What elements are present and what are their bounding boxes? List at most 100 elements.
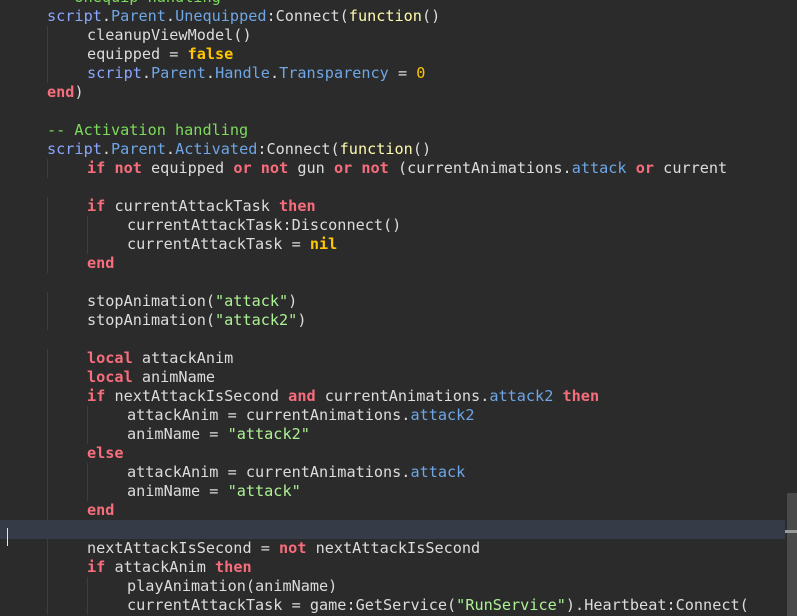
- code-token-plain: ): [297, 311, 307, 329]
- code-token-prop: Parent: [151, 64, 206, 82]
- code-line[interactable]: end): [0, 83, 785, 102]
- code-token-kw: else: [87, 444, 124, 462]
- code-line[interactable]: [0, 102, 785, 121]
- code-text: currentAttackTask = nil: [127, 235, 337, 254]
- code-token-plain: attackAnim = currentAnimations.: [127, 406, 411, 424]
- indent-guide: [87, 425, 88, 444]
- code-line[interactable]: script.Parent.Handle.Transparency = 0: [0, 64, 785, 83]
- code-text: local attackAnim: [87, 349, 233, 368]
- code-text: cleanupViewModel(): [87, 26, 252, 45]
- code-text: -- Activation handling: [47, 121, 248, 140]
- code-token-plain: animName: [132, 368, 216, 386]
- indent-guide: [47, 444, 48, 463]
- code-line[interactable]: currentAttackTask:Disconnect(): [0, 216, 785, 235]
- code-token-plain: .: [101, 7, 112, 25]
- code-token-prop: attack2: [489, 387, 554, 405]
- code-line[interactable]: -- Unequip handling: [0, 0, 785, 7]
- indent-guide: [47, 26, 48, 45]
- code-line[interactable]: currentAttackTask = nil: [0, 235, 785, 254]
- current-code-line[interactable]: [0, 520, 785, 539]
- code-token-kw: not: [260, 159, 289, 177]
- code-token-plain: currentAttackTask =: [127, 235, 310, 253]
- code-token-plain: cleanupViewModel(): [87, 26, 252, 44]
- code-token-plain: attackAnim: [105, 558, 216, 576]
- code-token-prop: Unequipped: [175, 7, 267, 25]
- code-token-bool: nil: [309, 235, 338, 253]
- indent-guide: [87, 463, 88, 482]
- code-line[interactable]: animName = "attack2": [0, 425, 785, 444]
- code-token-plain: :Connect(: [266, 7, 349, 25]
- code-token-string: "RunService": [456, 596, 566, 614]
- code-token-kw: then: [215, 558, 252, 576]
- code-token-prop: Handle: [215, 64, 270, 82]
- code-token-kw: not: [279, 539, 307, 557]
- code-line[interactable]: if attackAnim then: [0, 558, 785, 577]
- code-line[interactable]: equipped = false: [0, 45, 785, 64]
- code-line[interactable]: end: [0, 501, 785, 520]
- code-token-prop: attack2: [410, 406, 475, 424]
- code-token-string: "attack2": [227, 425, 310, 443]
- code-line[interactable]: attackAnim = currentAnimations.attack2: [0, 406, 785, 425]
- code-line[interactable]: local attackAnim: [0, 349, 785, 368]
- code-line[interactable]: script.Parent.Unequipped:Connect(functio…: [0, 7, 785, 26]
- code-token-string: "attack": [227, 482, 301, 500]
- code-line[interactable]: cleanupViewModel(): [0, 26, 785, 45]
- indent-guide: [87, 216, 88, 235]
- code-token-kw: not: [361, 159, 389, 177]
- code-text: end): [47, 83, 84, 102]
- code-token-plain: gun: [288, 159, 334, 177]
- code-token-string: "attack2": [215, 311, 298, 329]
- code-line[interactable]: currentAttackTask = game:GetService("Run…: [0, 596, 785, 615]
- indent-guide: [87, 482, 88, 501]
- code-line[interactable]: if not equipped or not gun or not (curre…: [0, 159, 785, 178]
- code-token-kw: if: [87, 159, 106, 177]
- code-line[interactable]: -- Activation handling: [0, 121, 785, 140]
- code-line[interactable]: script.Parent.Activated:Connect(function…: [0, 140, 785, 159]
- code-line[interactable]: stopAnimation("attack2"): [0, 311, 785, 330]
- code-token-comment: -- Unequip handling: [47, 0, 221, 6]
- code-line[interactable]: animName = "attack": [0, 482, 785, 501]
- code-token-prop: Parent: [111, 7, 166, 25]
- code-line[interactable]: end: [0, 254, 785, 273]
- code-text: playAnimation(animName): [127, 577, 337, 596]
- code-line[interactable]: local animName: [0, 368, 785, 387]
- code-line[interactable]: else: [0, 444, 785, 463]
- code-line[interactable]: attackAnim = currentAnimations.attack: [0, 463, 785, 482]
- code-line[interactable]: [0, 178, 785, 197]
- code-text: if currentAttackTask then: [87, 197, 316, 216]
- code-token-plain: attackAnim = currentAnimations.: [127, 463, 411, 481]
- indent-guide: [47, 64, 48, 83]
- indent-guide: [47, 159, 48, 178]
- code-token-prop: Parent: [111, 140, 166, 158]
- code-token-plain: currentAttackTask:Disconnect(): [127, 216, 402, 234]
- code-line[interactable]: playAnimation(animName): [0, 577, 785, 596]
- indent-guide: [87, 577, 88, 596]
- indent-guide: [47, 368, 48, 387]
- code-token-plain: stopAnimation(: [87, 311, 216, 329]
- code-token-plain: ): [74, 83, 84, 101]
- code-editor[interactable]: -- Unequip handlingscript.Parent.Unequip…: [0, 0, 785, 616]
- code-token-plain: currentAttackTask: [105, 197, 280, 215]
- code-text: if attackAnim then: [87, 558, 252, 577]
- code-token-plain: ).Heartbeat:Connect(: [565, 596, 749, 614]
- code-line[interactable]: stopAnimation("attack"): [0, 292, 785, 311]
- code-text: script.Parent.Activated:Connect(function…: [47, 140, 431, 159]
- code-token-kw: or: [333, 159, 353, 177]
- indent-guide: [47, 197, 48, 216]
- vertical-scrollbar[interactable]: [785, 0, 797, 616]
- code-line[interactable]: nextAttackIsSecond = not nextAttackIsSec…: [0, 539, 785, 558]
- code-line[interactable]: if currentAttackTask then: [0, 197, 785, 216]
- code-token-plain: equipped: [141, 159, 234, 177]
- code-token-kw: or: [635, 159, 655, 177]
- code-token-plain: .: [101, 140, 112, 158]
- code-line[interactable]: [0, 273, 785, 292]
- scrollbar-thumb[interactable]: [787, 492, 797, 616]
- code-line[interactable]: [0, 330, 785, 349]
- code-token-prop: Transparency: [279, 64, 389, 82]
- code-line[interactable]: if nextAttackIsSecond and currentAnimati…: [0, 387, 785, 406]
- indent-guide: [47, 406, 48, 425]
- code-token-prop: Activated: [175, 140, 258, 158]
- indent-guide: [47, 463, 48, 482]
- indent-guide: [47, 311, 48, 330]
